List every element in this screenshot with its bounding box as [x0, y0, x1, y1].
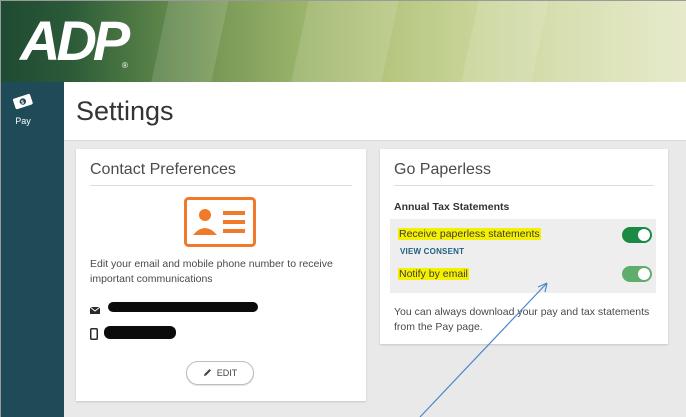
paperless-note: You can always download your pay and tax…: [394, 306, 650, 333]
svg-text:®: ®: [122, 61, 128, 70]
svg-text:ADP: ADP: [18, 10, 131, 70]
header-banner: ADP ®: [0, 0, 686, 82]
divider: [394, 185, 654, 186]
toggle-knob: [638, 268, 650, 280]
page-header: Settings: [64, 82, 686, 141]
paperless-options-panel: Receive paperless statements VIEW CONSEN…: [390, 219, 656, 293]
redacted-email: [108, 302, 258, 312]
pencil-icon: [203, 368, 212, 379]
receive-paperless-toggle[interactable]: [622, 227, 652, 243]
left-navigation: $ Pay: [0, 82, 64, 417]
nav-item-pay[interactable]: $ Pay: [0, 92, 46, 134]
frame-border-top: [0, 0, 686, 1]
money-icon: $: [0, 92, 46, 114]
notify-by-email-toggle[interactable]: [622, 266, 652, 282]
go-paperless-card: Go Paperless Annual Tax Statements Recei…: [380, 149, 668, 344]
receive-paperless-text: Receive paperless statements: [398, 228, 541, 240]
notify-by-email-text: Notify by email: [398, 268, 469, 280]
divider: [90, 185, 352, 186]
contact-preferences-card: Contact Preferences Edit your email and …: [76, 149, 366, 401]
contact-description: Edit your email and mobile phone number …: [90, 258, 333, 285]
envelope-icon: [89, 302, 101, 320]
contact-card-title: Contact Preferences: [90, 161, 236, 178]
notify-by-email-label: Notify by email: [398, 268, 469, 280]
adp-logo[interactable]: ADP ®: [16, 9, 135, 75]
contact-card-icon: [184, 197, 256, 252]
adp-logo-icon: ADP ®: [18, 9, 135, 72]
paperless-card-title: Go Paperless: [394, 161, 491, 178]
nav-item-pay-label: Pay: [15, 116, 31, 126]
edit-button[interactable]: EDIT: [186, 361, 254, 385]
frame-border-left: [0, 0, 1, 417]
edit-button-label: EDIT: [216, 368, 238, 378]
annual-tax-statements-label: Annual Tax Statements: [394, 201, 510, 213]
redacted-phone: [104, 326, 176, 339]
view-consent-link[interactable]: VIEW CONSENT: [400, 247, 464, 256]
toggle-knob: [638, 229, 650, 241]
mobile-phone-icon: [90, 327, 98, 345]
receive-paperless-label: Receive paperless statements: [398, 228, 541, 240]
page-title: Settings: [76, 96, 174, 126]
